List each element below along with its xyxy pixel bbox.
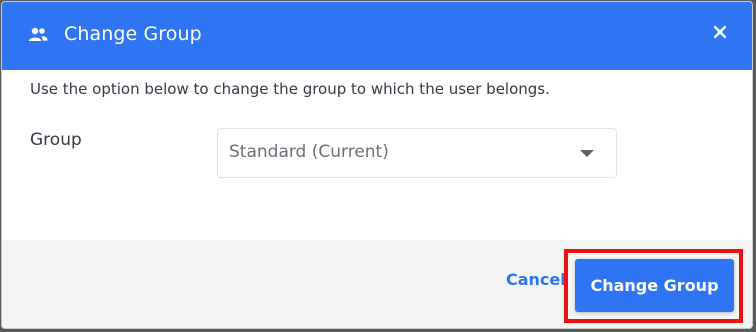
chevron-down-icon	[580, 150, 594, 157]
group-field-label: Group	[30, 130, 82, 150]
change-group-button[interactable]: Change Group	[575, 259, 734, 312]
dialog-header: Change Group	[2, 2, 752, 70]
users-icon	[28, 27, 48, 41]
cancel-button[interactable]: Cancel	[506, 270, 566, 289]
group-select[interactable]: Standard (Current)	[217, 128, 617, 178]
group-select-value: Standard (Current)	[229, 142, 389, 162]
close-icon[interactable]	[710, 22, 730, 42]
dialog-description: Use the option below to change the group…	[30, 80, 550, 98]
dialog-title: Change Group	[64, 23, 202, 45]
